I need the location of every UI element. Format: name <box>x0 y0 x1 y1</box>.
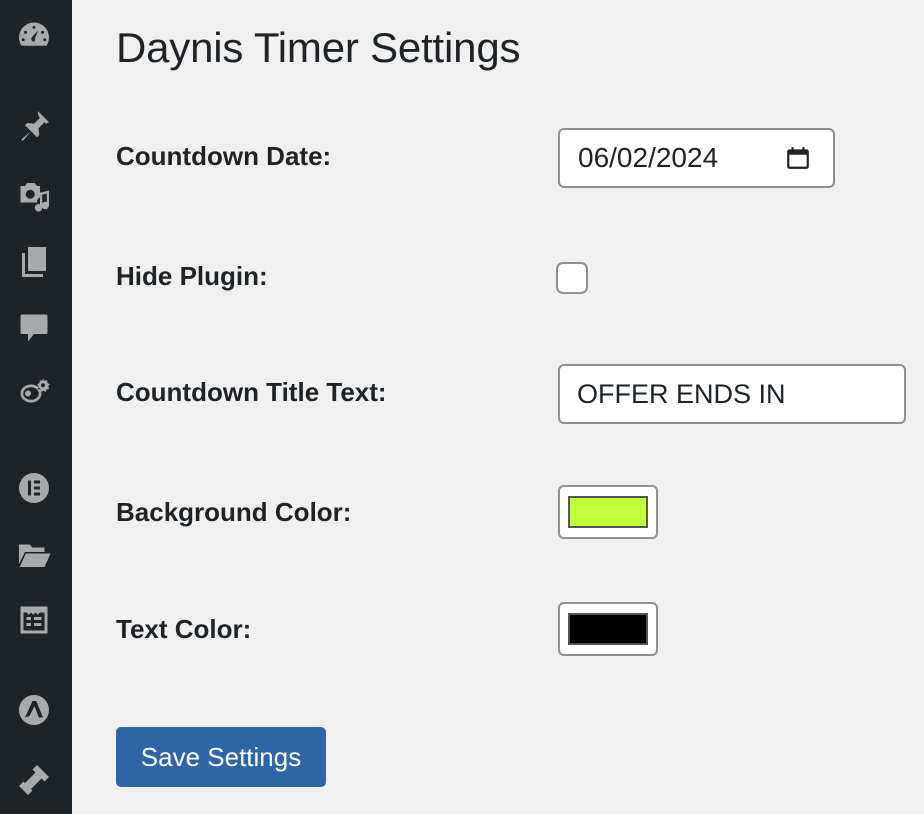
plugin-settings-icon[interactable] <box>14 372 54 412</box>
save-settings-button[interactable]: Save Settings <box>116 727 326 787</box>
text-color-swatch <box>568 613 648 645</box>
elementor-icon[interactable] <box>14 468 54 508</box>
folder-icon[interactable] <box>14 535 54 575</box>
comments-icon[interactable] <box>14 308 54 348</box>
appearance-icon[interactable] <box>14 760 54 800</box>
hide-plugin-checkbox[interactable] <box>556 262 588 294</box>
text-color-label: Text Color: <box>116 614 252 644</box>
title-text-value: OFFER ENDS IN <box>577 378 786 409</box>
background-color-label: Background Color: <box>116 497 352 527</box>
background-color-swatch <box>568 496 648 528</box>
title-text-input[interactable]: OFFER ENDS IN <box>558 364 906 424</box>
admin-sidebar <box>0 0 72 814</box>
dashboard-icon[interactable] <box>14 16 54 56</box>
hide-plugin-label: Hide Plugin: <box>116 261 268 291</box>
templates-icon[interactable] <box>14 600 54 640</box>
pin-icon[interactable] <box>14 106 54 146</box>
page-title: Daynis Timer Settings <box>116 24 521 71</box>
countdown-date-value: 06/02/2024 <box>578 142 719 173</box>
calendar-icon[interactable] <box>785 145 811 171</box>
pages-icon[interactable] <box>14 242 54 282</box>
background-color-picker[interactable] <box>558 485 658 539</box>
countdown-date-input[interactable]: 06/02/2024 <box>558 128 835 188</box>
text-color-picker[interactable] <box>558 602 658 656</box>
astra-icon[interactable] <box>14 690 54 730</box>
media-icon[interactable] <box>14 175 54 215</box>
main-content: Daynis Timer Settings Countdown Date: 06… <box>72 0 924 814</box>
title-text-label: Countdown Title Text: <box>116 377 387 407</box>
countdown-date-label: Countdown Date: <box>116 141 332 171</box>
